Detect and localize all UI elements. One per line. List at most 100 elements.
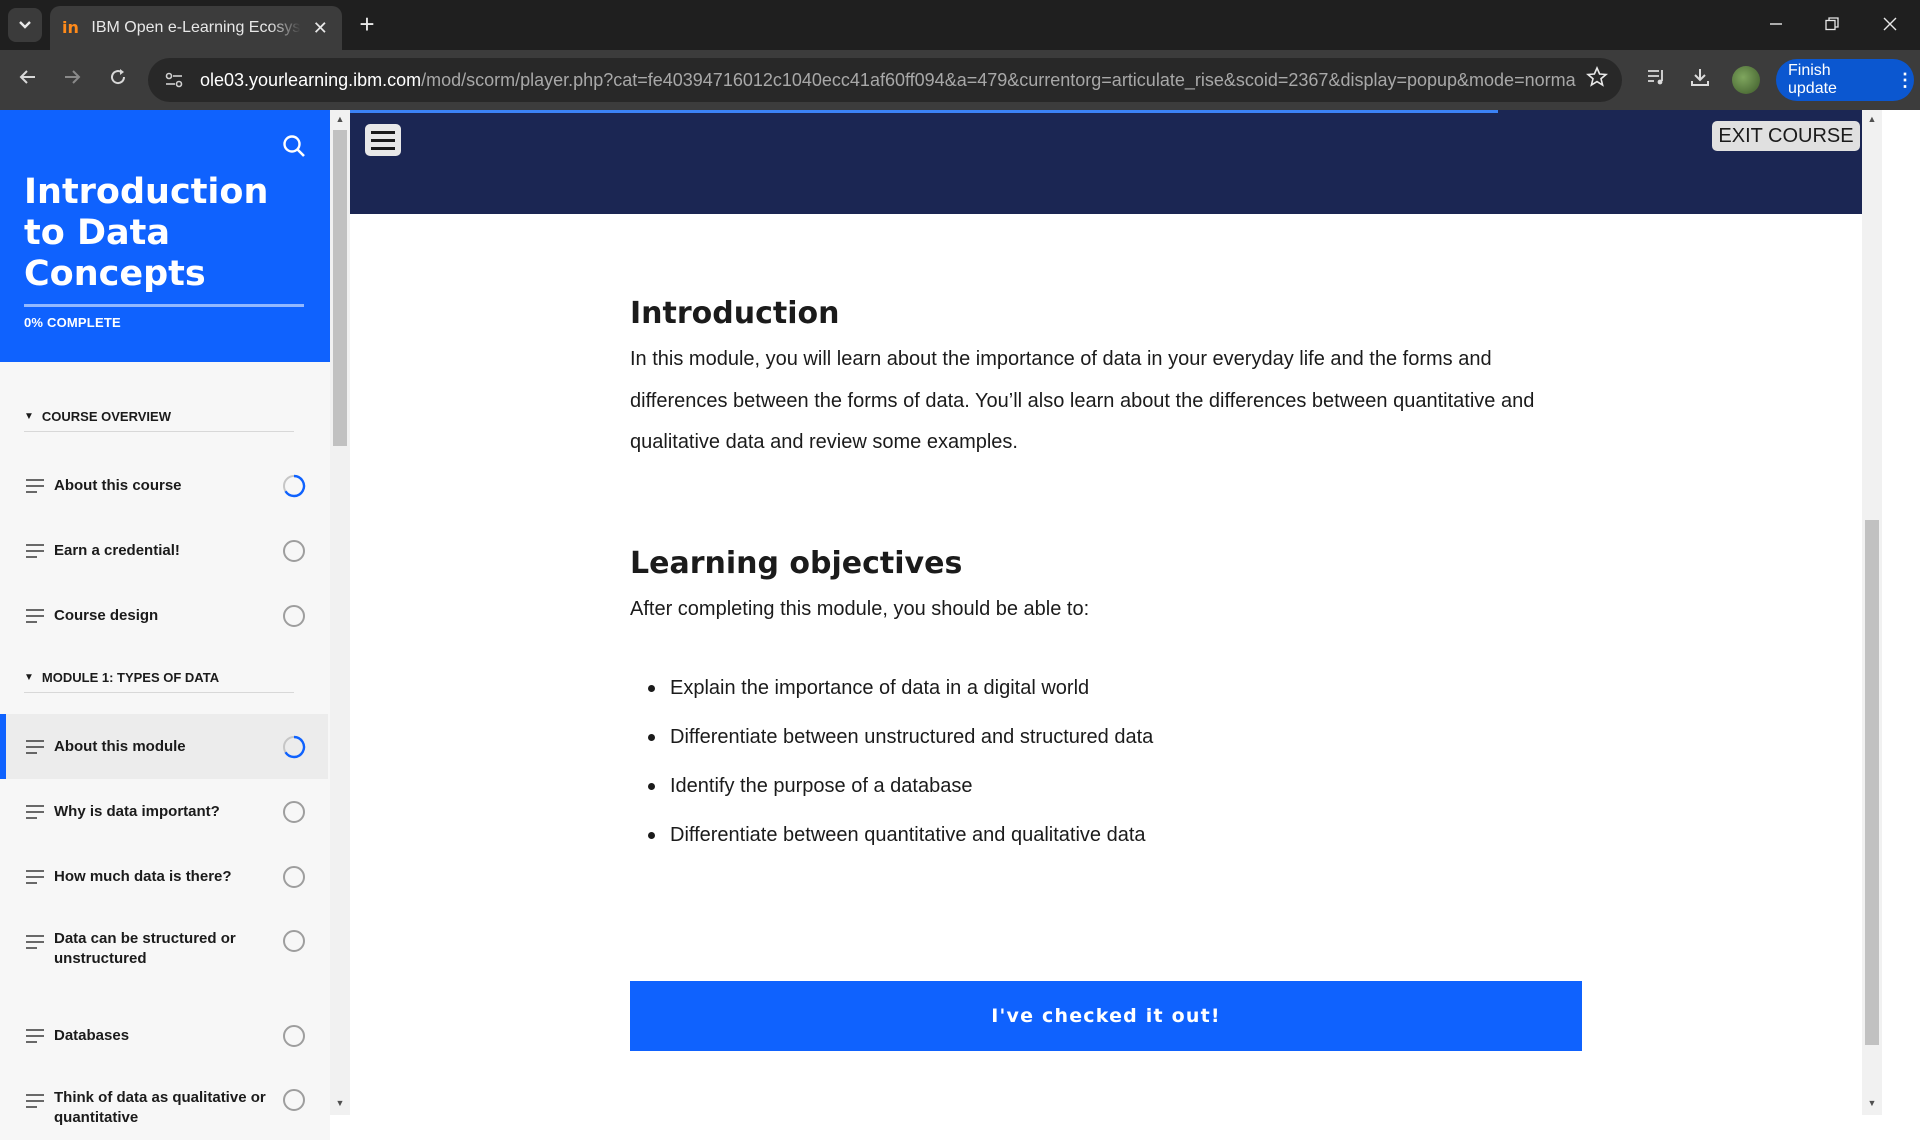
sidebar-item-databases[interactable]: Databases xyxy=(0,1003,328,1068)
caret-down-icon: ▼ xyxy=(24,411,34,422)
introduction-paragraph: In this module, you will learn about the… xyxy=(630,348,1535,453)
course-sidebar: Introduction to Data Concepts 0% COMPLET… xyxy=(0,110,330,1140)
restore-button[interactable] xyxy=(1812,10,1852,40)
lesson-lines-icon xyxy=(26,739,44,754)
yourlearning-favicon-icon: in xyxy=(62,18,79,37)
objective-item: Explain the importance of data in a digi… xyxy=(630,664,1590,713)
hamburger-icon-line xyxy=(371,138,395,142)
objective-item: Differentiate between quantitative and q… xyxy=(630,811,1590,860)
sidebar-header: Introduction to Data Concepts 0% COMPLET… xyxy=(0,110,330,362)
empty-circle-icon xyxy=(283,1024,305,1047)
sidebar-item-why-is-data-important[interactable]: Why is data important? xyxy=(0,779,328,844)
sidebar-scrollbar-thumb[interactable] xyxy=(333,130,347,446)
media-controls-icon[interactable] xyxy=(1642,66,1670,94)
minimize-button[interactable] xyxy=(1756,10,1796,40)
lesson-body: Introduction In this module, you will le… xyxy=(630,296,1590,860)
bookmark-star-icon[interactable] xyxy=(1585,65,1609,94)
lesson-lines-icon xyxy=(26,1094,44,1108)
hamburger-icon-line xyxy=(371,146,395,150)
forward-button[interactable] xyxy=(56,64,88,96)
caret-down-icon: ▼ xyxy=(24,672,34,683)
sidebar-item-about-this-course[interactable]: About this course xyxy=(0,453,328,518)
address-bar[interactable]: ole03.yourlearning.ibm.com/mod/scorm/pla… xyxy=(148,58,1622,102)
content-scrollbar-thumb[interactable] xyxy=(1865,520,1879,1045)
sidebar-item-structured-or-unstructured[interactable]: Data can be structured or unstructured xyxy=(0,909,328,989)
reload-button[interactable] xyxy=(102,64,134,96)
minimize-icon xyxy=(1770,23,1782,25)
finish-update-label: Finish update xyxy=(1788,62,1837,97)
empty-circle-icon xyxy=(283,800,305,823)
empty-circle-icon xyxy=(283,865,305,888)
arrow-left-icon xyxy=(19,70,35,84)
sidebar-item-label: About this module xyxy=(54,737,186,755)
scroll-up-arrow-icon[interactable]: ▲ xyxy=(334,114,346,126)
empty-circle-icon xyxy=(283,930,305,952)
lesson-scroll-progress xyxy=(350,110,1498,113)
section-title: COURSE OVERVIEW xyxy=(41,409,171,424)
objective-item: Identify the purpose of a database xyxy=(630,762,1590,811)
introduction-heading: Introduction xyxy=(630,296,840,331)
section-module-1-types-of-data[interactable]: ▼ MODULE 1: TYPES OF DATA xyxy=(24,663,294,693)
tab-title: IBM Open e-Learning Ecosystem xyxy=(91,19,301,36)
sidebar-item-label: Course design xyxy=(54,606,159,624)
course-title: Introduction to Data Concepts xyxy=(24,172,269,294)
browser-toolbar: ole03.yourlearning.ibm.com/mod/scorm/pla… xyxy=(0,50,1920,110)
downloads-icon[interactable] xyxy=(1686,66,1714,94)
sidebar-item-earn-a-credential[interactable]: Earn a credential! xyxy=(0,518,328,583)
objective-item: Differentiate between unstructured and s… xyxy=(630,713,1590,762)
scroll-down-arrow-icon[interactable]: ▼ xyxy=(1866,1098,1878,1110)
sidebar-item-label: Earn a credential! xyxy=(54,541,180,559)
objectives-lead-text: After completing this module, you should… xyxy=(630,597,1090,620)
checked-it-out-button[interactable]: I've checked it out! xyxy=(630,981,1582,1051)
reload-icon xyxy=(111,69,126,85)
sidebar-item-label: How much data is there? xyxy=(54,867,232,885)
lesson-lines-icon xyxy=(26,804,44,819)
lesson-lines-icon xyxy=(26,478,44,493)
hamburger-icon-line xyxy=(371,130,395,134)
scroll-up-arrow-icon[interactable]: ▲ xyxy=(1866,114,1878,126)
progress-label: 0% COMPLETE xyxy=(24,315,121,330)
more-menu-icon[interactable]: ⋮ xyxy=(1896,70,1914,91)
sidebar-item-how-much-data[interactable]: How much data is there? xyxy=(0,844,328,909)
restore-icon xyxy=(1825,17,1839,31)
objectives-list: Explain the importance of data in a digi… xyxy=(630,664,1590,860)
back-button[interactable] xyxy=(12,64,44,96)
sidebar-item-about-this-module[interactable]: About this module xyxy=(0,714,328,779)
new-tab-button[interactable]: + xyxy=(352,10,382,40)
url-path: /mod/scorm/player.php?cat=fe40394716012c… xyxy=(421,69,1576,90)
learning-objectives-heading: Learning objectives xyxy=(630,545,963,581)
url-domain: ole03.yourlearning.ibm.com xyxy=(200,69,422,90)
sidebar-item-label: Databases xyxy=(54,1026,130,1044)
scroll-down-arrow-icon[interactable]: ▼ xyxy=(334,1098,346,1110)
menu-toggle-button[interactable] xyxy=(365,124,401,156)
browser-tab[interactable]: in IBM Open e-Learning Ecosystem ✕ xyxy=(50,6,342,50)
close-window-button[interactable] xyxy=(1870,10,1910,40)
section-title: MODULE 1: TYPES OF DATA xyxy=(41,670,220,685)
lesson-lines-icon xyxy=(26,608,44,623)
section-course-overview[interactable]: ▼ COURSE OVERVIEW xyxy=(24,402,294,432)
site-settings-icon[interactable] xyxy=(162,68,186,92)
progress-ring-icon xyxy=(283,735,306,758)
tab-close-icon[interactable]: ✕ xyxy=(311,18,330,39)
lesson-lines-icon xyxy=(26,869,44,884)
sidebar-item-label: About this course xyxy=(54,476,182,494)
profile-avatar[interactable] xyxy=(1732,66,1760,94)
lesson-lines-icon xyxy=(26,1028,44,1043)
lesson-header-banner xyxy=(350,110,1862,214)
finish-update-button[interactable]: Finish update ⋮ xyxy=(1776,59,1914,101)
search-icon[interactable] xyxy=(280,132,308,160)
tab-search-button[interactable] xyxy=(8,8,42,42)
course-progress-bar xyxy=(24,304,304,307)
lesson-lines-icon xyxy=(26,935,44,949)
empty-circle-icon xyxy=(283,1089,305,1111)
sidebar-item-label: Think of data as qualitative or quantita… xyxy=(54,1089,266,1126)
progress-ring-icon xyxy=(283,474,306,497)
sidebar-item-course-design[interactable]: Course design xyxy=(0,583,328,648)
exit-course-button[interactable]: EXIT COURSE xyxy=(1712,121,1860,151)
chevron-down-icon xyxy=(19,21,31,29)
sidebar-item-label: Data can be structured or unstructured xyxy=(54,930,236,967)
sidebar-item-qualitative-or-quantitative[interactable]: Think of data as qualitative or quantita… xyxy=(0,1068,328,1140)
url-text[interactable]: ole03.yourlearning.ibm.com/mod/scorm/pla… xyxy=(200,70,1576,91)
close-icon xyxy=(1883,17,1897,31)
browser-tab-bar: in IBM Open e-Learning Ecosystem ✕ + xyxy=(0,0,1920,50)
